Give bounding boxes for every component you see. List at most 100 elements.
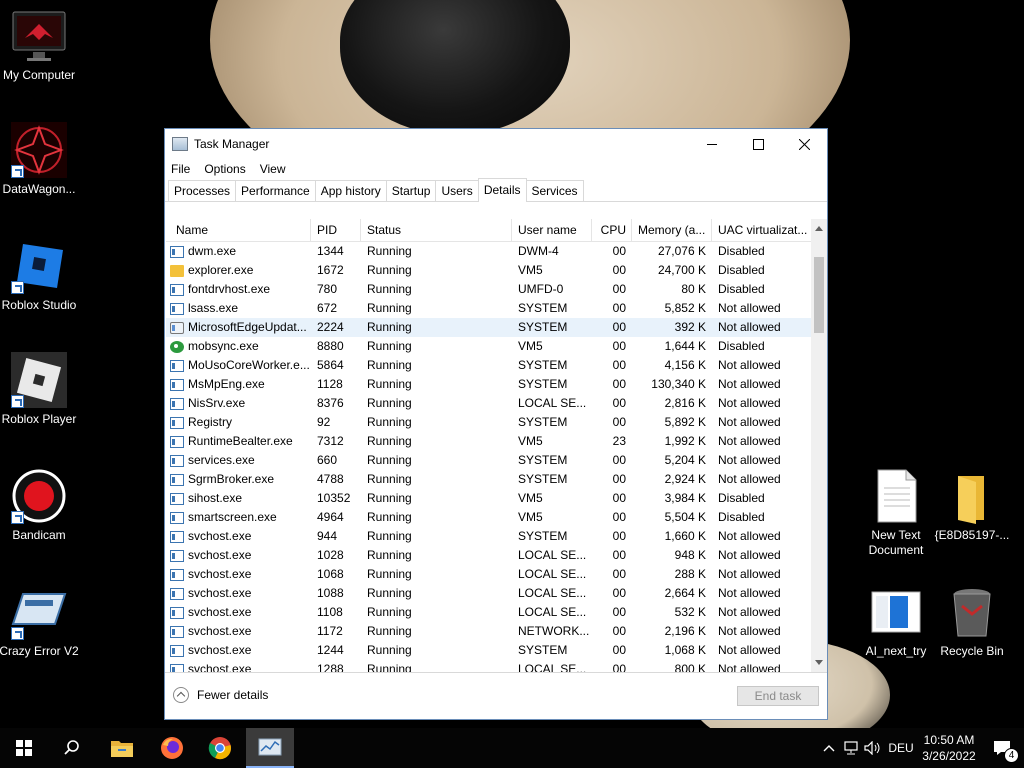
uac-cell: Not allowed (718, 434, 781, 448)
cpu-cell: 00 (612, 320, 626, 334)
show-hidden-icons-button[interactable] (818, 744, 840, 752)
clock-time: 10:50 AM (923, 733, 975, 747)
tab-app-history[interactable]: App history (314, 180, 387, 201)
end-task-button[interactable]: End task (737, 686, 819, 706)
table-row[interactable]: NisSrv.exe 8376 Running LOCAL SE... 00 2,816 … (166, 394, 811, 413)
table-row[interactable]: SgrmBroker.exe 4788 Running SYSTEM 00 2,924 K… (166, 470, 811, 489)
desktop-icon-datawagon[interactable]: DataWagon... (0, 122, 82, 197)
column-header-status[interactable]: Status (361, 219, 512, 241)
desktop-icon-recycle-bin[interactable]: Recycle Bin (929, 584, 1015, 659)
process-name-cell: svchost.exe (166, 584, 311, 603)
desktop-icon-guid-folder[interactable]: {E8D85197-... (929, 468, 1015, 543)
table-row[interactable]: smartscreen.exe 4964 Running VM5 00 5,504 K Di… (166, 508, 811, 527)
tab-processes[interactable]: Processes (168, 180, 237, 201)
desktop-icon-crazy-error[interactable]: Crazy Error V2 (0, 584, 82, 659)
table-row[interactable]: sihost.exe 10352 Running VM5 00 3,984 K Disabl… (166, 489, 811, 508)
menu-view[interactable]: View (260, 162, 286, 176)
cpu-cell: 00 (612, 586, 626, 600)
uac-cell: Not allowed (718, 472, 781, 486)
notification-center-button[interactable]: 4 (980, 728, 1024, 768)
desktop-icon-my-computer[interactable]: My Computer (0, 8, 82, 83)
application-icon (170, 511, 184, 524)
tab-details[interactable]: Details (477, 178, 527, 202)
chrome-icon (208, 737, 231, 760)
column-header-name[interactable]: Name (166, 219, 311, 241)
cpu-cell: 00 (612, 244, 626, 258)
tab-users[interactable]: Users (435, 180, 479, 201)
application-icon (170, 568, 184, 581)
table-row[interactable]: svchost.exe 1288 Running LOCAL SE... 00 800 K… (166, 660, 811, 672)
application-icon (170, 530, 184, 543)
status-cell: Running (367, 263, 412, 277)
minimize-button[interactable] (689, 129, 735, 159)
maximize-button[interactable] (735, 129, 781, 159)
uac-cell: Disabled (718, 339, 765, 353)
table-row[interactable]: lsass.exe 672 Running SYSTEM 00 5,852 K Not al… (166, 299, 811, 318)
table-row[interactable]: svchost.exe 1088 Running LOCAL SE... 00 2,664… (166, 584, 811, 603)
cpu-cell: 00 (612, 548, 626, 562)
start-button[interactable] (0, 728, 48, 768)
fewer-details-button[interactable]: Fewer details (173, 687, 268, 703)
close-button[interactable] (781, 129, 827, 159)
maximize-icon (752, 138, 764, 150)
scroll-thumb[interactable] (814, 257, 824, 333)
column-header-user-name[interactable]: User name (512, 219, 592, 241)
status-cell: Running (367, 358, 412, 372)
clock[interactable]: 10:50 AM 3/26/2022 (918, 732, 980, 764)
network-button[interactable] (840, 741, 862, 755)
column-header-memory[interactable]: Memory (a... (632, 219, 712, 241)
column-header-uac[interactable]: UAC virtualizat... (712, 219, 811, 241)
datawagon-icon (11, 122, 67, 178)
table-row[interactable]: MsMpEng.exe 1128 Running SYSTEM 00 130,340 K N… (166, 375, 811, 394)
tab-performance[interactable]: Performance (235, 180, 316, 201)
user-name-cell: VM5 (518, 491, 543, 505)
table-row[interactable]: svchost.exe 1108 Running LOCAL SE... 00 532 K… (166, 603, 811, 622)
table-row[interactable]: dwm.exe 1344 Running DWM-4 00 27,076 K Disable… (166, 242, 811, 261)
scroll-up-icon[interactable] (815, 226, 823, 231)
cpu-cell: 00 (612, 358, 626, 372)
taskbar-firefox[interactable] (148, 728, 196, 768)
taskbar-chrome[interactable] (196, 728, 244, 768)
desktop-icon-bandicam[interactable]: Bandicam (0, 468, 82, 543)
desktop-icon-roblox-studio[interactable]: Roblox Studio (0, 238, 82, 313)
file-explorer-icon (111, 741, 133, 757)
taskbar-task-manager[interactable] (246, 728, 294, 768)
table-row[interactable]: RuntimeBealter.exe 7312 Running VM5 23 1,992 … (166, 432, 811, 451)
search-icon (64, 740, 79, 755)
column-header-cpu[interactable]: CPU (592, 219, 632, 241)
scroll-down-icon[interactable] (815, 660, 823, 665)
cpu-cell: 00 (612, 662, 626, 672)
table-row[interactable]: services.exe 660 Running SYSTEM 00 5,204 K Not… (166, 451, 811, 470)
vertical-scrollbar[interactable] (811, 219, 827, 672)
table-row[interactable]: MoUsoCoreWorker.e... 5864 Running SYSTEM 00 4… (166, 356, 811, 375)
menu-file[interactable]: File (171, 162, 190, 176)
table-row[interactable]: svchost.exe 944 Running SYSTEM 00 1,660 K Not … (166, 527, 811, 546)
table-row[interactable]: explorer.exe 1672 Running VM5 00 24,700 K Disa… (166, 261, 811, 280)
taskbar-file-explorer[interactable] (98, 728, 146, 768)
column-header-pid[interactable]: PID (311, 219, 361, 241)
table-row[interactable]: fontdrvhost.exe 780 Running UMFD-0 00 80 K Dis… (166, 280, 811, 299)
process-name-cell: MsMpEng.exe (166, 375, 311, 394)
search-button[interactable] (48, 728, 96, 768)
table-row[interactable]: svchost.exe 1244 Running SYSTEM 00 1,068 K Not… (166, 641, 811, 660)
tab-services[interactable]: Services (525, 180, 584, 201)
menu-options[interactable]: Options (204, 162, 245, 176)
table-row[interactable]: svchost.exe 1172 Running NETWORK... 00 2,196 … (166, 622, 811, 641)
volume-button[interactable] (862, 741, 884, 755)
desktop-icon-ai-next-try[interactable]: AI_next_try (853, 584, 939, 659)
application-icon (170, 492, 184, 505)
user-name-cell: LOCAL SE... (518, 396, 587, 410)
details-grid: Name PID Status User name CPU Memory (a.… (166, 218, 827, 673)
desktop-icon-roblox-player[interactable]: Roblox Player (0, 352, 82, 427)
title-bar[interactable]: Task Manager (165, 129, 827, 159)
input-language[interactable]: DEU (884, 741, 918, 755)
table-row[interactable]: Registry 92 Running SYSTEM 00 5,892 K Not allo… (166, 413, 811, 432)
tab-startup[interactable]: Startup (385, 180, 437, 201)
table-row[interactable]: svchost.exe 1028 Running LOCAL SE... 00 948 K… (166, 546, 811, 565)
cpu-cell: 00 (612, 263, 626, 277)
desktop-icon-new-text-document[interactable]: New Text Document (853, 468, 939, 558)
table-row[interactable]: MicrosoftEdgeUpdat... 2224 Running SYSTEM 00… (166, 318, 811, 337)
table-row[interactable]: svchost.exe 1068 Running LOCAL SE... 00 288 K… (166, 565, 811, 584)
table-row[interactable]: mobsync.exe 8880 Running VM5 00 1,644 K Disabl… (166, 337, 811, 356)
volume-icon (864, 741, 880, 755)
